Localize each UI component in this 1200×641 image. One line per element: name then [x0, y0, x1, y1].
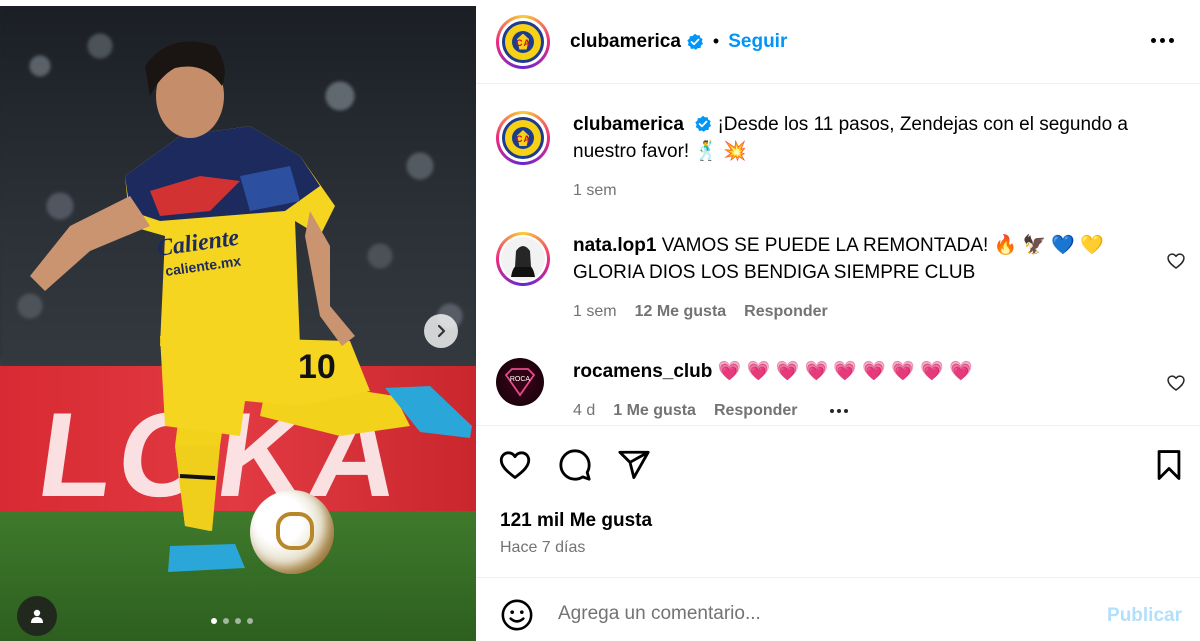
- more-options-icon[interactable]: [1148, 28, 1176, 52]
- comment-input[interactable]: [558, 596, 1078, 632]
- post-photo[interactable]: LOKA 10 Caliente caliente.mx: [0, 6, 476, 641]
- carousel-dot: [247, 618, 253, 624]
- caption-age: 1 sem: [573, 182, 617, 199]
- user-tag-icon: [31, 609, 43, 623]
- post-timestamp: Hace 7 días: [500, 539, 586, 556]
- commenter-photo: ROCA: [496, 358, 544, 406]
- like-count[interactable]: 121 mil Me gusta: [500, 510, 652, 532]
- player-figure: 10 Caliente caliente.mx: [30, 41, 472, 572]
- comments-list: CA clubamerica ¡Desde los 11 pasos, Zend…: [476, 85, 1200, 425]
- post-actions: 121 mil Me gusta Hace 7 días: [476, 425, 1200, 577]
- comment-likes[interactable]: 1 Me gusta: [613, 401, 696, 421]
- chevron-right-icon: [437, 324, 446, 338]
- user-tag-button[interactable]: [17, 596, 57, 636]
- svg-text:ROCA: ROCA: [510, 376, 531, 383]
- carousel-dot: [235, 618, 241, 624]
- publish-button[interactable]: Publicar: [1107, 605, 1182, 627]
- add-comment-bar: Publicar: [476, 577, 1200, 641]
- caption-username[interactable]: clubamerica: [573, 114, 684, 135]
- carousel-next-button[interactable]: [424, 314, 458, 348]
- author-username[interactable]: clubamerica: [570, 31, 681, 53]
- commenter-username[interactable]: nata.lop1: [573, 235, 656, 256]
- comment-likes[interactable]: 12 Me gusta: [635, 302, 727, 322]
- comment-text: 💗 💗 💗 💗 💗 💗 💗 💗 💗: [717, 361, 973, 382]
- comment-more-options-icon[interactable]: [829, 401, 848, 421]
- carousel-indicator: [211, 618, 253, 624]
- author-avatar[interactable]: CA: [496, 14, 550, 69]
- follow-button[interactable]: Seguir: [728, 31, 787, 53]
- header-separator: •: [712, 31, 720, 51]
- club-logo: CA: [502, 117, 544, 159]
- commenter-avatar[interactable]: [496, 232, 550, 286]
- soccer-ball: [250, 490, 334, 574]
- carousel-dot: [223, 618, 229, 624]
- comment-age: 1 sem: [573, 303, 617, 320]
- verified-icon: [687, 33, 703, 50]
- commenter-username[interactable]: rocamens_club: [573, 361, 712, 382]
- caption-avatar[interactable]: CA: [496, 111, 550, 165]
- commenter-avatar[interactable]: ROCA: [496, 358, 544, 406]
- emoji-icon[interactable]: [500, 598, 534, 632]
- share-icon[interactable]: [617, 448, 651, 482]
- save-icon[interactable]: [1152, 448, 1186, 482]
- svg-text:10: 10: [298, 348, 336, 386]
- comment-icon[interactable]: [558, 448, 592, 482]
- comment-like-icon[interactable]: [1166, 373, 1186, 393]
- like-icon[interactable]: [498, 448, 532, 482]
- comment-age: 4 d: [573, 402, 596, 419]
- comment-like-icon[interactable]: [1166, 251, 1186, 271]
- commenter-photo: [501, 237, 545, 281]
- club-logo: CA: [502, 20, 544, 63]
- reply-button[interactable]: Responder: [714, 401, 798, 421]
- reply-button[interactable]: Responder: [744, 302, 828, 322]
- carousel-dot: [211, 618, 217, 624]
- post-side-panel: CA clubamerica • Seguir CA clubamerica ¡…: [476, 0, 1200, 641]
- verified-icon: [695, 115, 712, 132]
- post-header: CA clubamerica • Seguir: [476, 0, 1200, 84]
